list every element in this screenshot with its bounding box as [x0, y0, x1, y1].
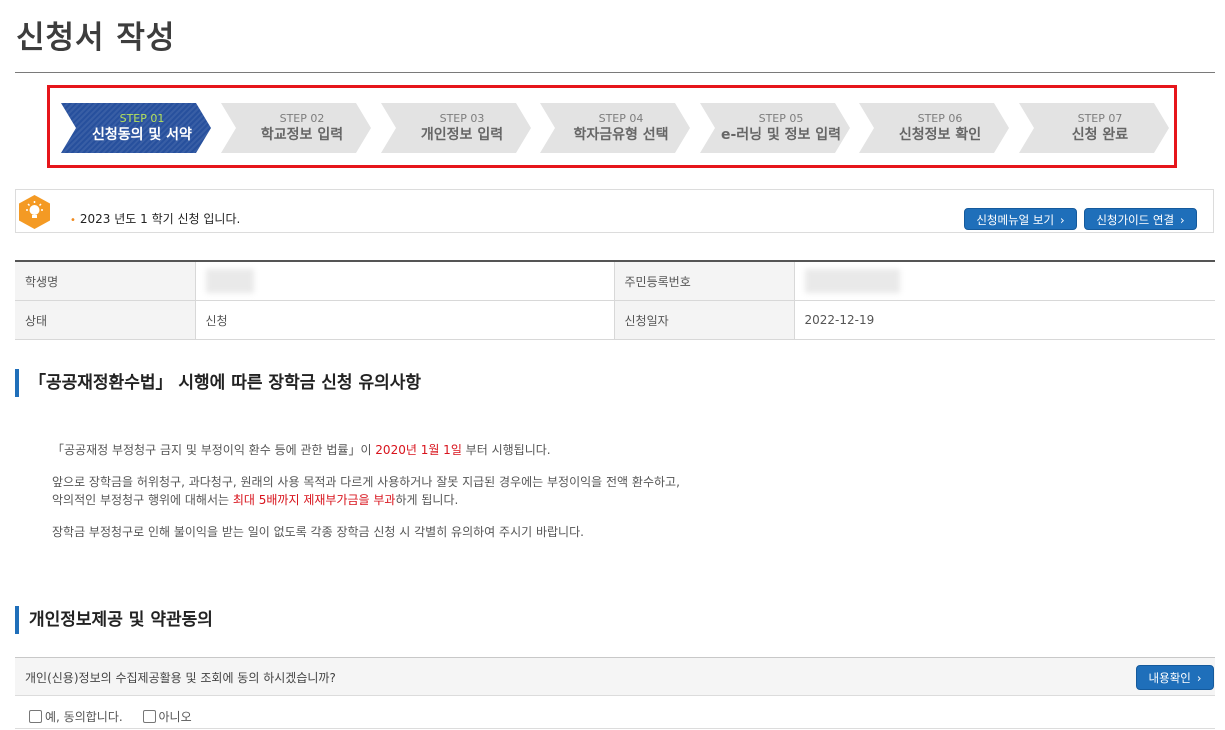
step-7: STEP 07 신청 완료: [1019, 103, 1169, 153]
guide-link-button[interactable]: 신청가이드 연결 ›: [1084, 208, 1197, 230]
notice-paragraph: 「공공재정 부정청구 금지 및 부정이익 환수 등에 관한 법률」이 2020년…: [52, 443, 551, 457]
redacted-name: [205, 269, 254, 293]
chevron-right-icon: ›: [1060, 213, 1065, 227]
notice-paragraph: 앞으로 장학금을 허위청구, 과다청구, 원래의 사용 목적과 다르게 사용하거…: [52, 475, 680, 507]
student-name-label: 학생명: [15, 261, 195, 301]
step-5: STEP 05 e-러닝 및 정보 입력: [700, 103, 850, 153]
step-number: STEP 03: [439, 112, 485, 125]
status-label: 상태: [15, 300, 195, 340]
step-number: STEP 01: [119, 112, 165, 125]
step-number: STEP 07: [1077, 112, 1123, 125]
section-heading-notice: 「공공재정환수법」 시행에 따른 장학금 신청 유의사항: [15, 369, 421, 397]
step-number: STEP 05: [758, 112, 804, 125]
step-number: STEP 06: [917, 112, 963, 125]
step-2: STEP 02 학교정보 입력: [221, 103, 371, 153]
title-divider: [15, 72, 1215, 73]
step-label: 학교정보 입력: [260, 127, 344, 143]
applicant-info-table: 학생명 주민등록번호 상태 신청 신청일자 2022-12-19: [15, 260, 1215, 340]
bullet-icon: •: [70, 215, 76, 226]
section-heading-consent: 개인정보제공 및 약관동의: [15, 606, 213, 634]
table-row: 상태 신청 신청일자 2022-12-19: [15, 300, 1215, 340]
rrn-value: [793, 261, 1215, 301]
status-value: 신청: [194, 300, 614, 340]
step-label: e-러닝 및 정보 입력: [720, 127, 842, 143]
consent-question-row: 개인(신용)정보의 수집제공활용 및 조회에 동의 하시겠습니까? 내용확인 ›: [15, 657, 1215, 696]
agree-no-option[interactable]: 아니오: [142, 710, 192, 724]
step-number: STEP 04: [598, 112, 644, 125]
agree-no-checkbox[interactable]: [142, 710, 156, 723]
agree-yes-checkbox[interactable]: [29, 710, 42, 723]
scholarship-notice-body: 「공공재정 부정청구 금지 및 부정이익 환수 등에 관한 법률」이 2020년…: [52, 441, 680, 555]
view-manual-button[interactable]: 신청메뉴얼 보기 ›: [964, 208, 1077, 230]
date-label: 신청일자: [613, 300, 794, 340]
semester-notice-text: • 2023 년도 1 학기 신청 입니다.: [70, 212, 241, 226]
chevron-right-icon: ›: [1196, 671, 1202, 685]
lightbulb-icon: [19, 195, 50, 229]
step-label: 신청정보 확인: [898, 127, 982, 143]
step-label: 개인정보 입력: [420, 127, 504, 143]
consent-question: 개인(신용)정보의 수집제공활용 및 조회에 동의 하시겠습니까?: [25, 671, 336, 685]
step-3: STEP 03 개인정보 입력: [381, 103, 531, 153]
chevron-right-icon: ›: [1180, 213, 1185, 227]
page-title: 신청서 작성: [16, 20, 176, 56]
steps-highlight-box: STEP 01 신청동의 및 서약 STEP 02 학교정보 입력 STEP 0…: [47, 85, 1177, 168]
step-label: 학자금유형 선택: [573, 127, 669, 143]
view-content-button[interactable]: 내용확인 ›: [1136, 665, 1214, 690]
rrn-label: 주민등록번호: [613, 261, 794, 301]
redacted-rrn: [804, 269, 900, 293]
step-progress: STEP 01 신청동의 및 서약 STEP 02 학교정보 입력 STEP 0…: [61, 103, 1171, 153]
consent-options: 예, 동의합니다. 아니오: [29, 708, 208, 725]
bottom-divider: [15, 728, 1215, 729]
student-name-value: [194, 261, 614, 301]
step-label: 신청 완료: [1071, 127, 1129, 143]
table-row: 학생명 주민등록번호: [15, 261, 1215, 301]
step-1: STEP 01 신청동의 및 서약: [61, 103, 211, 153]
semester-notice-bar: • 2023 년도 1 학기 신청 입니다. 신청메뉴얼 보기 › 신청가이드 연결…: [15, 189, 1214, 233]
agree-yes-option[interactable]: 예, 동의합니다.: [29, 710, 123, 724]
step-label: 신청동의 및 서약: [92, 127, 192, 143]
step-number: STEP 02: [279, 112, 325, 125]
notice-paragraph: 장학금 부정청구로 인해 불이익을 받는 일이 없도록 각종 장학금 신청 시 …: [52, 525, 584, 539]
step-6: STEP 06 신청정보 확인: [859, 103, 1009, 153]
step-4: STEP 04 학자금유형 선택: [540, 103, 690, 153]
date-value: 2022-12-19: [793, 300, 1215, 340]
